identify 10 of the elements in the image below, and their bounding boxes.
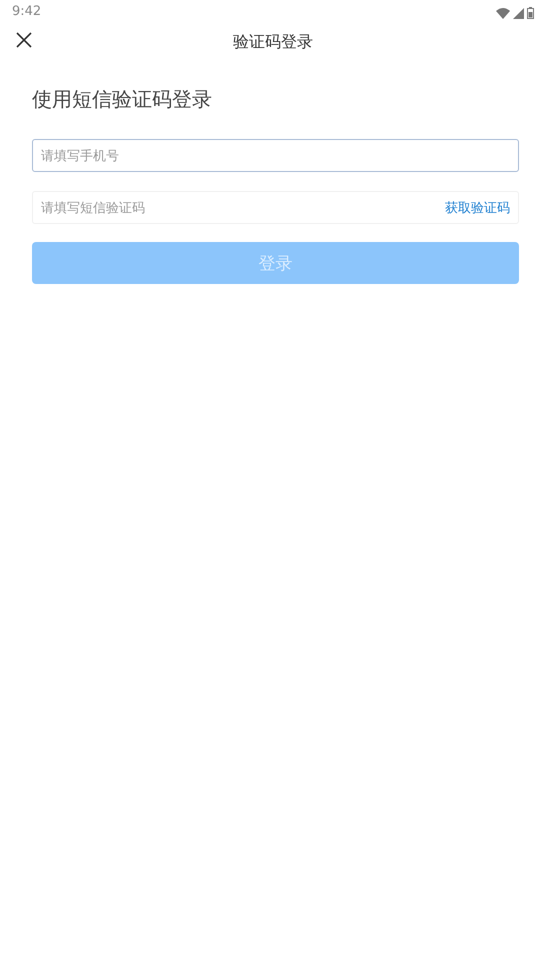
battery-icon bbox=[527, 7, 534, 19]
code-field[interactable]: 请填写短信验证码 获取验证码 bbox=[32, 191, 519, 224]
page-title: 验证码登录 bbox=[233, 32, 313, 52]
get-code-link[interactable]: 获取验证码 bbox=[445, 198, 510, 216]
close-icon[interactable] bbox=[16, 32, 32, 48]
heading: 使用短信验证码登录 bbox=[32, 86, 213, 113]
phone-field[interactable]: 请填写手机号 bbox=[32, 139, 519, 172]
wifi-icon bbox=[496, 8, 510, 18]
status-time: 9:42 bbox=[12, 4, 42, 18]
signal-icon bbox=[513, 8, 524, 18]
